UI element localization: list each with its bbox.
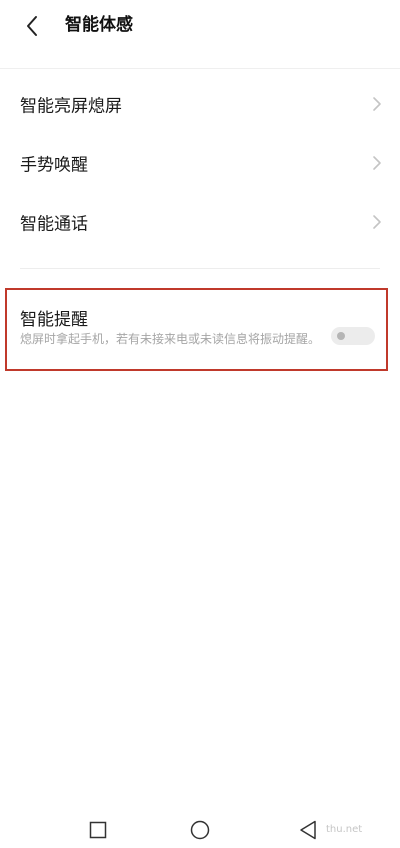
app-header: 智能体感: [0, 0, 400, 52]
back-triangle-icon: [300, 820, 316, 840]
recent-apps-icon: [89, 821, 107, 839]
chevron-right-icon: [373, 97, 381, 111]
smart-reminder-description: 熄屏时拿起手机，若有未接来电或未读信息将振动提醒。: [20, 332, 321, 346]
menu-item-gesture-wake[interactable]: 手势唤醒: [0, 134, 400, 192]
menu-item-smart-call[interactable]: 智能通话: [0, 193, 400, 251]
toggle-knob: [337, 332, 345, 340]
back-arrow-icon: [27, 16, 37, 36]
home-button[interactable]: [188, 818, 212, 842]
nav-back-button[interactable]: [296, 818, 320, 842]
chevron-right-icon: [373, 156, 381, 170]
menu-item-label: 手势唤醒: [20, 155, 88, 176]
section-divider: [20, 268, 380, 269]
page-title: 智能体感: [65, 15, 133, 35]
home-icon: [190, 820, 210, 840]
smart-reminder-title: 智能提醒: [20, 310, 88, 330]
smart-reminder-toggle[interactable]: [331, 327, 375, 345]
menu-item-smart-screen[interactable]: 智能亮屏熄屏: [0, 75, 400, 133]
watermark-text: thu.net: [326, 824, 363, 835]
back-button[interactable]: [16, 10, 48, 42]
recent-apps-button[interactable]: [86, 818, 110, 842]
menu-item-label: 智能通话: [20, 214, 88, 235]
menu-item-label: 智能亮屏熄屏: [20, 96, 122, 117]
chevron-right-icon: [373, 215, 381, 229]
header-divider: [0, 68, 400, 69]
